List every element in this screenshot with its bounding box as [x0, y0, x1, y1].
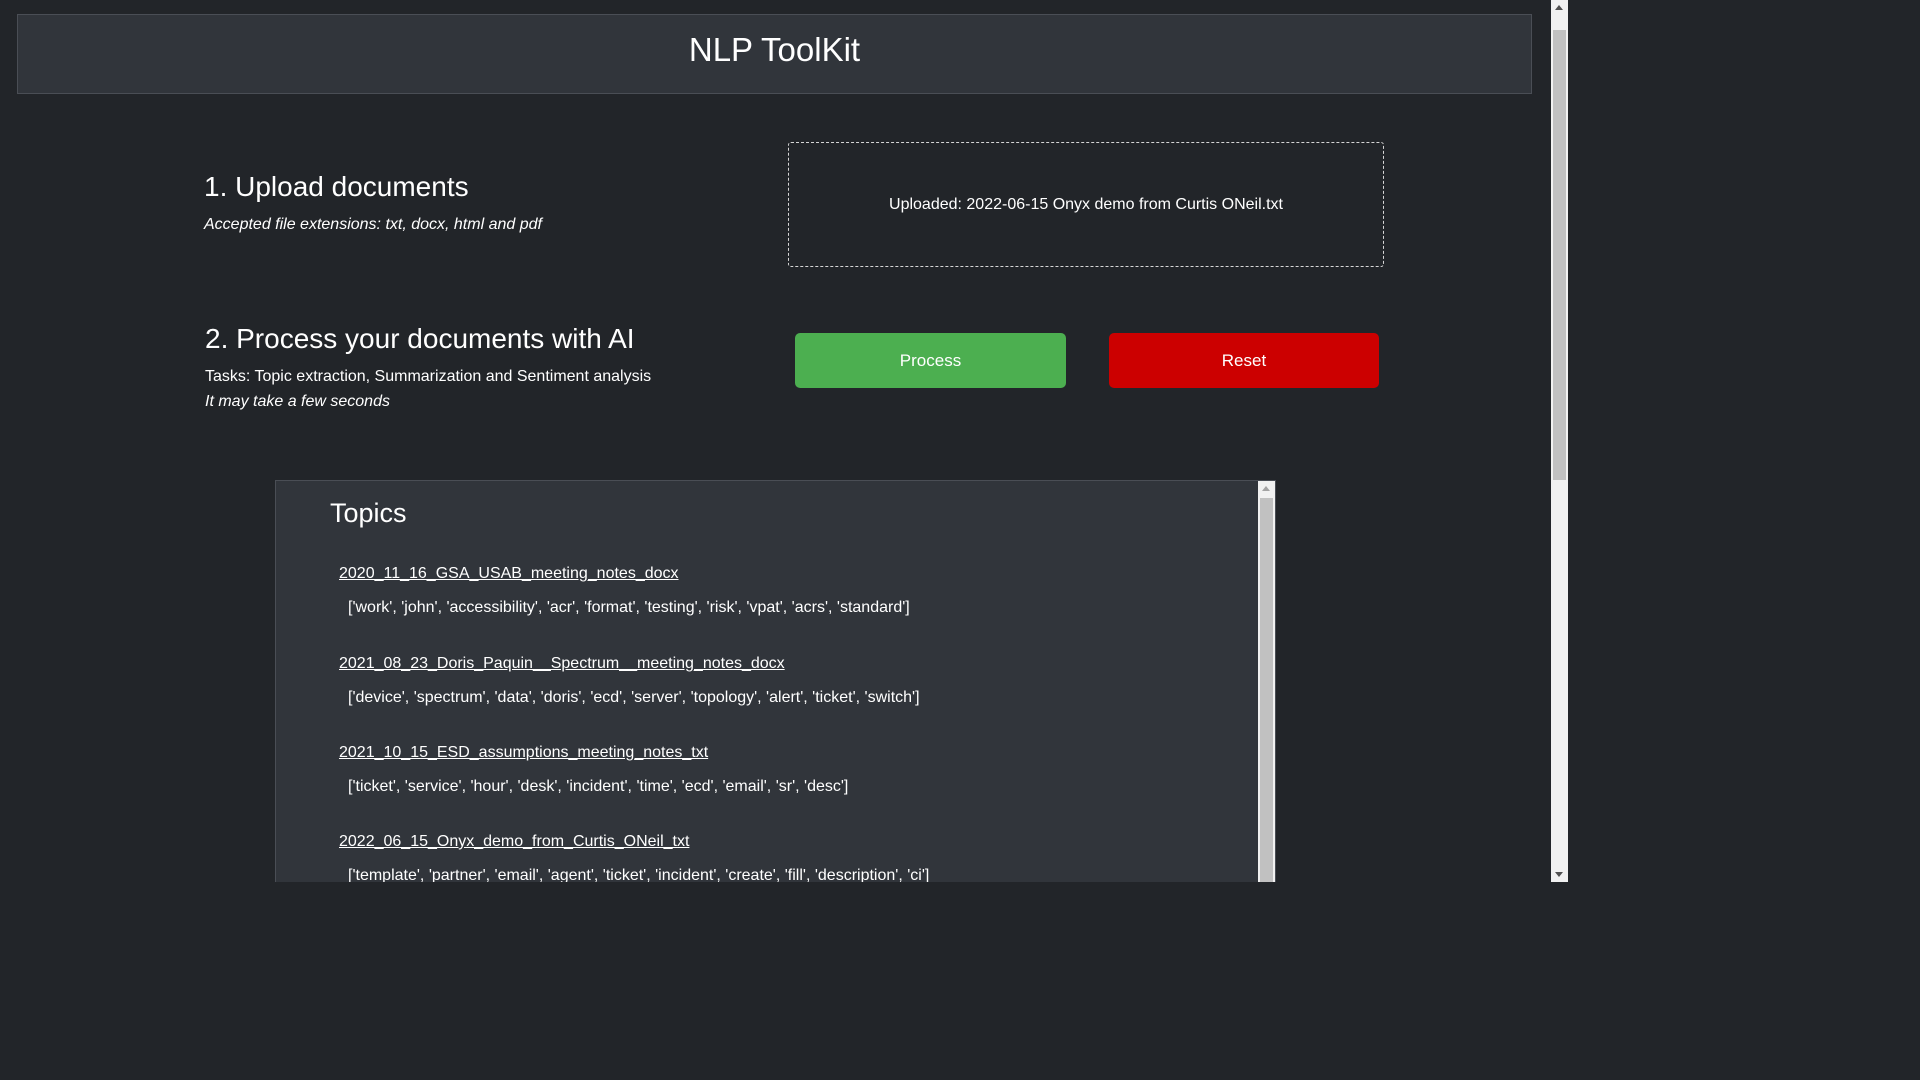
topic-document-link[interactable]: 2020_11_16_GSA_USAB_meeting_notes_docx	[339, 565, 679, 583]
topic-keywords: ['ticket', 'service', 'hour', 'desk', 'i…	[348, 778, 849, 795]
scroll-up-arrow-icon[interactable]	[1262, 486, 1270, 491]
topic-keywords: ['template', 'partner', 'email', 'agent'…	[348, 867, 930, 882]
reset-button[interactable]: Reset	[1109, 333, 1379, 388]
topics-scrollbar-thumb[interactable]	[1260, 498, 1273, 882]
page-scrollbar[interactable]	[1551, 0, 1568, 882]
topic-document-link[interactable]: 2021_08_23_Doris_Paquin__Spectrum__meeti…	[339, 655, 785, 673]
topics-scrollbar[interactable]	[1258, 481, 1275, 882]
upload-section-title: 1. Upload documents	[204, 171, 469, 202]
app-title: NLP ToolKit	[688, 31, 861, 68]
process-section-title: 2. Process your documents with AI	[205, 323, 635, 354]
scroll-down-arrow-icon[interactable]	[1555, 872, 1563, 877]
topics-title: Topics	[330, 498, 407, 528]
topic-keywords: ['work', 'john', 'accessibility', 'acr',…	[348, 599, 910, 616]
scroll-up-arrow-icon[interactable]	[1555, 5, 1563, 10]
topic-keywords: ['device', 'spectrum', 'data', 'doris', …	[348, 689, 920, 706]
topic-document-link[interactable]: 2022_06_15_Onyx_demo_from_Curtis_ONeil_t…	[339, 833, 689, 851]
file-upload-dropzone[interactable]: Uploaded: 2022-06-15 Onyx demo from Curt…	[788, 142, 1384, 267]
topics-panel: Topics 2020_11_16_GSA_USAB_meeting_notes…	[275, 480, 1276, 882]
process-tasks-text: Tasks: Topic extraction, Summarization a…	[205, 368, 652, 385]
upload-status-text: Uploaded: 2022-06-15 Onyx demo from Curt…	[889, 195, 1283, 213]
upload-section-subtitle: Accepted file extensions: txt, docx, htm…	[204, 216, 542, 233]
process-note-text: It may take a few seconds	[205, 393, 390, 410]
topic-document-link[interactable]: 2021_10_15_ESD_assumptions_meeting_notes…	[339, 744, 708, 762]
page: NLP ToolKit 1. Upload documents Accepted…	[0, 0, 1568, 882]
process-button[interactable]: Process	[795, 333, 1066, 388]
app-header: NLP ToolKit	[17, 14, 1532, 94]
page-scrollbar-thumb[interactable]	[1553, 30, 1566, 480]
